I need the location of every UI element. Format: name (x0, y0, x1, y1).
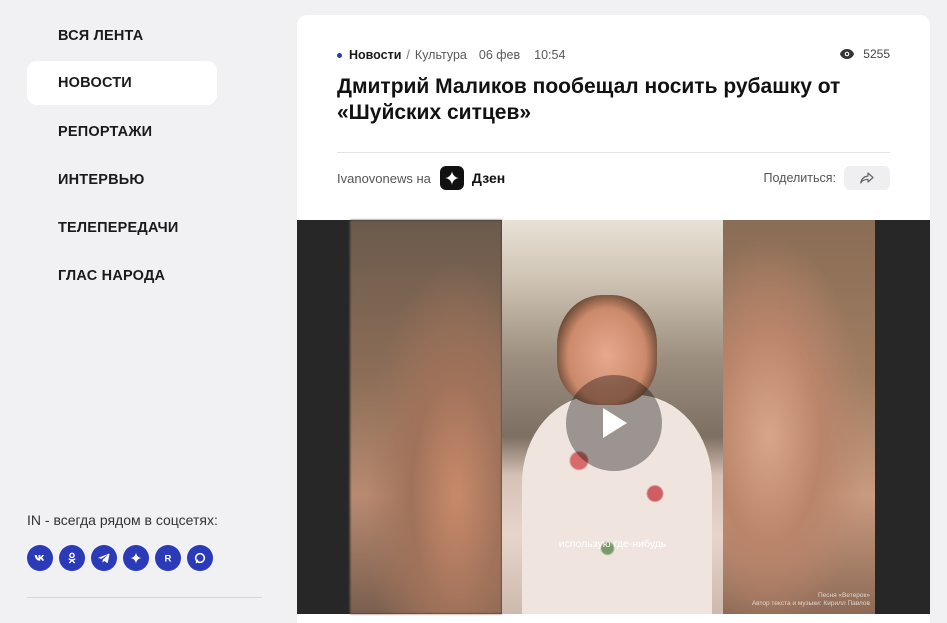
nav-item-reports[interactable]: РЕПОРТАЖИ (27, 110, 217, 154)
dzen-link[interactable]: Дзен (472, 170, 505, 186)
share-button[interactable] (844, 166, 890, 190)
video-blur-right (723, 220, 875, 614)
breadcrumb-separator: / (406, 48, 410, 62)
source-line: Ivanovonews на Дзен (337, 165, 505, 191)
nav-item-label: ИНТЕРВЬЮ (58, 172, 145, 188)
article-title: Дмитрий Маликов пообещал носить рубашку … (337, 75, 841, 124)
social-title: IN - всегда рядом в соцсетях: (27, 512, 218, 528)
odnoklassniki-icon[interactable] (59, 545, 85, 571)
article-time: 10:54 (534, 48, 566, 62)
eye-icon (840, 49, 855, 59)
play-icon (603, 408, 627, 438)
share-arrow-icon (860, 172, 874, 184)
video-credit-author: Автор текста и музыки: Кирилл Павлов (751, 600, 870, 607)
views-count: 5255 (863, 47, 890, 61)
telegram-icon[interactable] (91, 545, 117, 571)
source-text: Ivanovonews на (337, 170, 431, 186)
subcategory-link[interactable]: Культура (415, 48, 467, 62)
nav-item-label: НОВОСТИ (58, 75, 132, 91)
divider (337, 152, 890, 153)
share-label: Поделиться: (763, 171, 837, 185)
video-credit-song: Песня «Ветерок» (817, 592, 870, 599)
nav-item-label: РЕПОРТАЖИ (58, 124, 153, 140)
play-button[interactable] (566, 375, 662, 471)
video-credit: Песня «Ветерок» Автор текста и музыки: К… (752, 592, 870, 608)
nav-item-news[interactable]: НОВОСТИ (27, 61, 217, 105)
category-link[interactable]: Новости (349, 48, 401, 62)
nav-item-label: ВСЯ ЛЕНТА (58, 28, 144, 44)
nav-item-tv-shows[interactable]: ТЕЛЕПЕРЕДАЧИ (27, 206, 217, 250)
sidebar-divider (27, 597, 262, 598)
video-subtitle: использую где-нибудь (558, 538, 667, 550)
nav-item-all-feed[interactable]: ВСЯ ЛЕНТА (27, 14, 217, 58)
dzen-icon[interactable] (123, 545, 149, 571)
dzen-logo-icon[interactable] (439, 166, 464, 190)
video-player[interactable]: использую где-нибудь Песня «Ветерок» Авт… (297, 220, 930, 614)
article-meta: Новости / Культура 06 фев 10:54 (337, 47, 890, 63)
category-dot-icon (337, 52, 342, 58)
views-counter: 5255 (839, 47, 890, 61)
nav-item-label: ГЛАС НАРОДА (58, 268, 166, 284)
share-section: Поделиться: (763, 166, 890, 190)
max-icon[interactable] (187, 545, 213, 571)
social-links: R (27, 545, 213, 571)
rutube-icon[interactable]: R (155, 545, 181, 571)
nav-item-voice-of-people[interactable]: ГЛАС НАРОДА (27, 254, 217, 298)
article-card: Новости / Культура 06 фев 10:54 5255 Дми… (297, 15, 930, 623)
sidebar: ВСЯ ЛЕНТА НОВОСТИ РЕПОРТАЖИ ИНТЕРВЬЮ ТЕЛ… (0, 0, 280, 623)
nav-item-label: ТЕЛЕПЕРЕДАЧИ (58, 220, 179, 236)
svg-text:R: R (165, 554, 172, 565)
vk-icon[interactable] (27, 545, 53, 571)
nav-item-interviews[interactable]: ИНТЕРВЬЮ (27, 158, 217, 202)
video-blur-left (350, 220, 502, 614)
article-date: 06 фев (478, 48, 521, 62)
